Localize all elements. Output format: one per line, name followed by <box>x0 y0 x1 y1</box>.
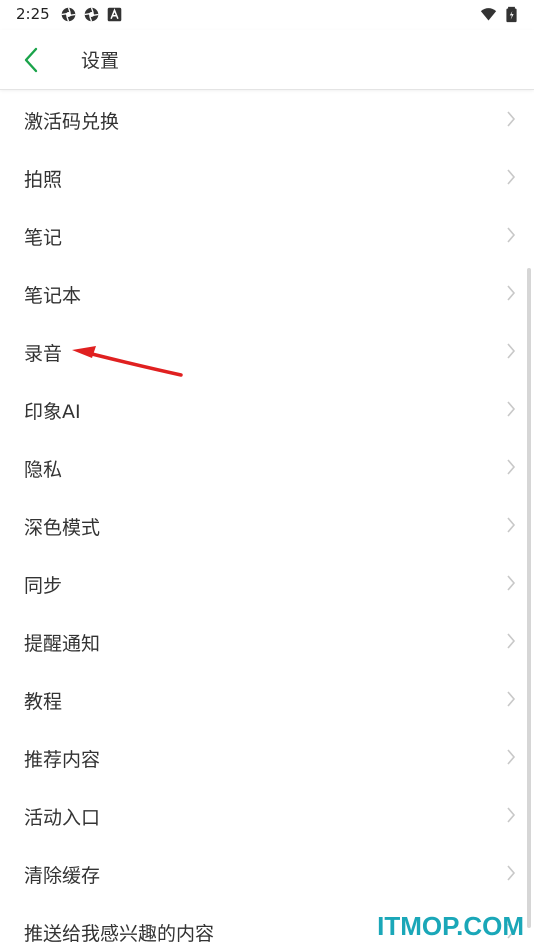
page-title: 设置 <box>81 50 120 72</box>
chevron-right-icon <box>507 865 516 881</box>
settings-item-label: 激活码兑换 <box>24 111 120 133</box>
settings-item-label: 活动入口 <box>24 807 101 829</box>
chevron-right-icon <box>507 749 516 765</box>
scrollbar[interactable] <box>527 268 531 928</box>
settings-item-label: 拍照 <box>24 169 63 191</box>
settings-item-label: 笔记本 <box>24 285 82 307</box>
settings-item-label: 笔记 <box>24 227 63 249</box>
settings-item-label: 同步 <box>24 575 63 597</box>
settings-item-notebooks[interactable]: 笔记本 <box>0 264 534 322</box>
chevron-right-icon <box>507 343 516 359</box>
settings-item-label: 推荐内容 <box>24 749 101 771</box>
back-button[interactable] <box>14 43 48 77</box>
settings-item-camera[interactable]: 拍照 <box>0 148 534 206</box>
settings-item-clear-cache[interactable]: 清除缓存 <box>0 844 534 902</box>
settings-item-tutorial[interactable]: 教程 <box>0 670 534 728</box>
settings-item-activities[interactable]: 活动入口 <box>0 786 534 844</box>
aperture-icon <box>84 7 99 22</box>
settings-item-label: 隐私 <box>24 459 63 481</box>
chevron-right-icon <box>507 517 516 533</box>
settings-item-reminders[interactable]: 提醒通知 <box>0 612 534 670</box>
chevron-right-icon <box>507 633 516 649</box>
battery-icon <box>506 6 517 23</box>
back-arrow-icon <box>24 47 38 73</box>
settings-item-label: 深色模式 <box>24 517 101 539</box>
settings-item-label: 录音 <box>24 343 63 365</box>
settings-list: 激活码兑换 拍照 笔记 笔记本 录音 印象AI 隐私 深色模式 同步 提醒通知 … <box>0 90 534 950</box>
settings-item-label: 清除缓存 <box>24 865 101 887</box>
status-time: 2:25 <box>16 5 50 23</box>
settings-item-recommended[interactable]: 推荐内容 <box>0 728 534 786</box>
aperture-icon <box>61 7 76 22</box>
notification-icons <box>60 6 123 23</box>
settings-item-label: 教程 <box>24 691 63 713</box>
settings-screen: 2:25 设置 激活码兑换 拍照 笔记 笔记本 录音 印象AI 隐私 深色模式 … <box>0 0 534 950</box>
font-a-icon <box>107 7 122 22</box>
chevron-right-icon <box>507 401 516 417</box>
chevron-right-icon <box>507 575 516 591</box>
chevron-right-icon <box>507 169 516 185</box>
system-icons <box>480 6 520 23</box>
settings-item-dark-mode[interactable]: 深色模式 <box>0 496 534 554</box>
settings-item-label: 提醒通知 <box>24 633 101 655</box>
settings-item-label: 印象AI <box>24 401 81 423</box>
settings-item-yinxiang-ai[interactable]: 印象AI <box>0 380 534 438</box>
settings-item-recording[interactable]: 录音 <box>0 322 534 380</box>
app-bar: 设置 <box>0 30 534 90</box>
settings-item-activation-code[interactable]: 激活码兑换 <box>0 90 534 148</box>
watermark-text: ITMOP.COM <box>377 911 524 941</box>
chevron-right-icon <box>507 227 516 243</box>
settings-item-notes[interactable]: 笔记 <box>0 206 534 264</box>
chevron-right-icon <box>507 285 516 301</box>
chevron-right-icon <box>507 111 516 127</box>
chevron-right-icon <box>507 691 516 707</box>
settings-item-privacy[interactable]: 隐私 <box>0 438 534 496</box>
settings-item-sync[interactable]: 同步 <box>0 554 534 612</box>
chevron-right-icon <box>507 459 516 475</box>
settings-item-label: 推送给我感兴趣的内容 <box>24 923 215 945</box>
chevron-right-icon <box>507 807 516 823</box>
wifi-icon <box>480 8 497 21</box>
status-bar: 2:25 <box>0 0 534 30</box>
